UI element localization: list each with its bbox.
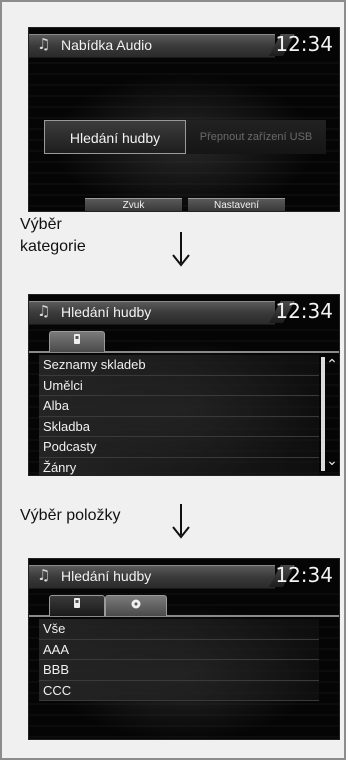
device-icon — [74, 334, 80, 344]
list-item[interactable]: Seznamy skladeb — [39, 355, 319, 376]
settings-tab[interactable]: Nastavení — [188, 198, 285, 211]
device-icon — [74, 598, 80, 608]
list-item[interactable]: Alba — [39, 396, 319, 417]
list-item[interactable]: BBB — [39, 660, 319, 681]
switch-usb-button[interactable]: Přepnout zařízení USB — [186, 120, 326, 154]
music-search-screen: ♫ Hledání hudby 12:34 Seznamy skladeb Um… — [28, 294, 340, 476]
source-tabs — [29, 329, 339, 353]
scroll-up-icon[interactable]: ⌃ — [325, 357, 339, 373]
sound-tab[interactable]: Zvuk — [85, 198, 182, 211]
list-item[interactable]: Podcasty — [39, 437, 319, 458]
category-list: Seznamy skladeb Umělci Alba Skladba Podc… — [39, 355, 319, 475]
list-item[interactable]: Vše — [39, 619, 319, 640]
disc-icon — [131, 599, 141, 609]
bottom-tabs: Zvuk Nastavení — [85, 198, 285, 211]
music-note-icon: ♫ — [37, 302, 51, 320]
clock: 12:34 — [275, 563, 333, 587]
music-search-button[interactable]: Hledání hudby — [44, 120, 186, 154]
title-bar: ♫ Nabídka Audio 12:34 — [29, 28, 339, 62]
clock: 12:34 — [275, 299, 333, 323]
list-item[interactable]: AAA — [39, 639, 319, 660]
source-tabs — [29, 593, 339, 617]
device-tab[interactable] — [49, 331, 105, 352]
step-label-item: Výběr položky — [20, 507, 121, 524]
item-list-screen: ♫ Hledání hudby 12:34 Vše AAA BBB CCC — [28, 558, 340, 740]
device-tab[interactable] — [49, 595, 105, 616]
title-bar: ♫ Hledání hudby 12:34 — [29, 559, 339, 593]
screen-title: Nabídka Audio — [61, 37, 153, 53]
item-list: Vše AAA BBB CCC — [39, 619, 319, 701]
disc-tab[interactable] — [105, 595, 167, 616]
clock: 12:34 — [275, 32, 333, 56]
audio-menu-screen: ♫ Nabídka Audio 12:34 Hledání hudby Přep… — [28, 27, 340, 212]
music-note-icon: ♫ — [37, 566, 51, 584]
list-item[interactable]: Žánry — [39, 457, 319, 475]
scroll-down-icon[interactable]: ⌄ — [325, 453, 339, 469]
list-item[interactable]: Skladba — [39, 416, 319, 437]
music-note-icon: ♫ — [37, 35, 51, 53]
step-label-category: Výběr kategorie — [20, 216, 86, 255]
screen-title: Hledání hudby — [61, 304, 152, 320]
list-item[interactable]: Umělci — [39, 375, 319, 396]
list-item[interactable]: CCC — [39, 680, 319, 701]
manual-panel: ♫ Nabídka Audio 12:34 Hledání hudby Přep… — [0, 0, 346, 760]
down-arrow-icon — [172, 504, 190, 539]
screen-title: Hledání hudby — [61, 568, 152, 584]
down-arrow-icon — [172, 232, 190, 267]
title-bar: ♫ Hledání hudby 12:34 — [29, 295, 339, 329]
